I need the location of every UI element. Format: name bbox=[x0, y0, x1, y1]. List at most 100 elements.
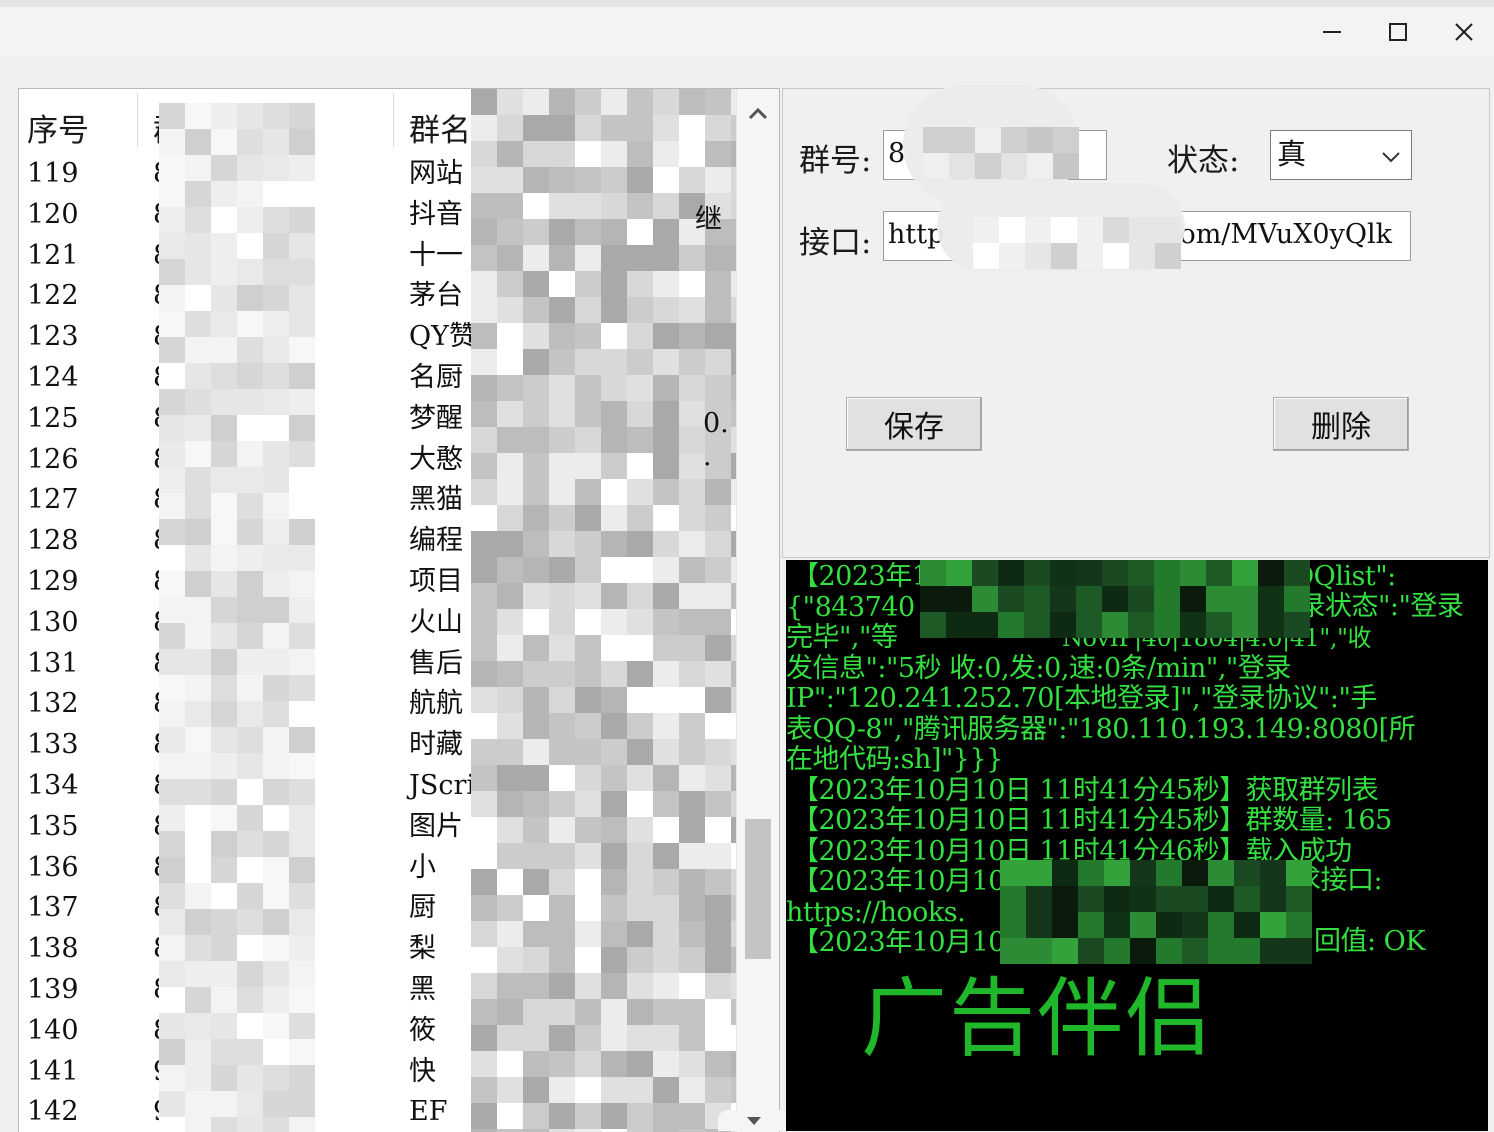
scrollbar-thumb[interactable] bbox=[745, 819, 771, 959]
cell-group-name: 编程 bbox=[409, 525, 463, 557]
cell-index: 139 bbox=[27, 974, 79, 1005]
cell-group-name: 茅台 bbox=[409, 280, 463, 312]
log-line: IP":"120.241.252.70[本地登录]","登录协议":"手 bbox=[786, 683, 1377, 714]
column-separator[interactable] bbox=[393, 93, 394, 147]
api-url-end: com/MVuX0yQlk bbox=[1164, 219, 1392, 250]
log-line: 发信息":"5秒 收:0,发:0,速:0条/min","登录 bbox=[786, 652, 1291, 684]
cell-group-name: 梦醒 bbox=[409, 402, 463, 434]
redacted-api-mosaic bbox=[973, 217, 1181, 269]
chevron-down-icon bbox=[1382, 152, 1400, 163]
minimize-button[interactable] bbox=[1299, 7, 1365, 57]
cell-group-name: 售后 bbox=[409, 647, 463, 679]
cell-index: 133 bbox=[27, 729, 79, 761]
status-label: 状态: bbox=[1167, 143, 1240, 179]
log-console[interactable]: 【2023年1 {"843740 完毕","等 发信息":"5秒 收:0,发:0,速:… bbox=[786, 560, 1488, 1131]
cell-group-name: 厨 bbox=[409, 892, 436, 924]
cell-index: 122 bbox=[27, 280, 79, 312]
cell-index: 126 bbox=[27, 443, 79, 475]
maximize-icon bbox=[1389, 23, 1407, 41]
log-line-tail: 回值: OK bbox=[1314, 926, 1426, 957]
cell-group-name: 图片 bbox=[409, 810, 463, 842]
cell-index: 135 bbox=[27, 810, 79, 842]
close-button[interactable] bbox=[1431, 7, 1494, 57]
cell-group-name: 黑 bbox=[409, 974, 436, 1005]
column-header-group-name[interactable]: 群名 bbox=[409, 105, 471, 150]
log-line: https://hooks. bbox=[786, 896, 966, 928]
column-header-index[interactable]: 序号 bbox=[27, 105, 89, 150]
settings-panel: 群号: 8 状态: 真 接口: http com/MVuX0yQlk 保存 删除 bbox=[782, 85, 1490, 558]
cell-index: 137 bbox=[27, 892, 79, 924]
api-url-start: http bbox=[888, 219, 945, 250]
cell-index: 134 bbox=[27, 770, 79, 801]
redacted-group-name-mosaic bbox=[471, 89, 757, 1132]
status-select[interactable]: 真 bbox=[1270, 130, 1412, 180]
name-fragment: 0. bbox=[703, 408, 729, 439]
cell-index: 127 bbox=[27, 484, 79, 516]
cell-group-name: 抖音 bbox=[409, 198, 463, 230]
log-line: 完毕","等 bbox=[786, 622, 898, 653]
cell-group-name: EF bbox=[409, 1096, 448, 1128]
cell-group-name: 小 bbox=[409, 851, 436, 883]
cell-group-name: 筱 bbox=[409, 1014, 436, 1046]
cell-index: 124 bbox=[27, 362, 79, 393]
cell-index: 119 bbox=[27, 158, 79, 189]
cell-group-name: 航航 bbox=[409, 688, 463, 720]
cell-group-name: 时藏 bbox=[409, 729, 463, 761]
group-id-label: 群号: bbox=[799, 143, 872, 179]
redacted-log-mosaic bbox=[1000, 860, 1312, 964]
chevron-up-icon bbox=[748, 107, 768, 120]
cell-index: 123 bbox=[27, 321, 79, 353]
cell-group-name: 名厨 bbox=[409, 362, 463, 393]
cell-index: 138 bbox=[27, 933, 79, 965]
cell-index: 121 bbox=[27, 239, 79, 271]
save-button[interactable]: 保存 bbox=[846, 397, 982, 451]
cell-index: 131 bbox=[27, 647, 79, 679]
cell-index: 141 bbox=[27, 1055, 79, 1087]
name-fragment: 继 bbox=[695, 204, 722, 235]
cell-index: 129 bbox=[27, 566, 79, 597]
log-line: 在地代码:sh]"}}} bbox=[786, 744, 1003, 775]
minimize-icon bbox=[1323, 31, 1341, 33]
cell-group-name: 大憨 bbox=[409, 443, 463, 475]
name-fragment: · bbox=[703, 449, 712, 480]
cell-group-name: JScri bbox=[409, 770, 475, 801]
cell-index: 140 bbox=[27, 1014, 79, 1046]
log-line: 【2023年10月10 bbox=[792, 866, 1005, 897]
cell-index: 125 bbox=[27, 402, 79, 434]
scroll-down-button[interactable] bbox=[718, 1110, 790, 1131]
maximize-button[interactable] bbox=[1365, 7, 1431, 57]
title-bar bbox=[0, 7, 1494, 57]
cell-index: 128 bbox=[27, 525, 79, 557]
group-list-view[interactable]: 序号 群号 群名 1198网站1208抖音1218:十一1228:茅台1238Q… bbox=[18, 88, 780, 1132]
cell-index: 136 bbox=[27, 851, 79, 883]
log-line: 【2023年10月10日 11时41分45秒】群数量: 165 bbox=[792, 805, 1392, 836]
list-vertical-scrollbar[interactable] bbox=[736, 89, 779, 1132]
status-selected-value: 真 bbox=[1277, 137, 1307, 171]
column-separator[interactable] bbox=[137, 93, 138, 147]
cell-group-name: 十一 bbox=[409, 239, 463, 271]
cell-group-name: 梨 bbox=[409, 933, 436, 965]
log-line: 【2023年1 bbox=[792, 561, 929, 592]
cell-group-name: 网站 bbox=[409, 158, 463, 189]
scroll-up-button[interactable] bbox=[737, 93, 779, 133]
cell-group-name: 火山 bbox=[409, 606, 463, 638]
watermark-text: 广告伴侣 bbox=[861, 969, 1213, 1069]
chevron-down-icon bbox=[747, 1116, 761, 1125]
redacted-group-id-mosaic bbox=[923, 127, 1079, 179]
redacted-group-id-mosaic bbox=[159, 103, 315, 1132]
cell-index: 130 bbox=[27, 606, 79, 638]
log-line: 表QQ-8","腾讯服务器":"180.110.193.149:8080[所 bbox=[786, 713, 1416, 745]
cell-group-name: 快 bbox=[409, 1055, 436, 1087]
api-label: 接口: bbox=[799, 225, 872, 261]
redacted-log-mosaic bbox=[920, 560, 1310, 638]
log-line: {"843740 bbox=[786, 591, 915, 623]
cell-group-name: QY赞 bbox=[409, 321, 476, 353]
cell-index: 120 bbox=[27, 198, 79, 230]
cell-group-name: 项目 bbox=[409, 566, 463, 597]
cell-index: 142 bbox=[27, 1096, 79, 1128]
close-icon bbox=[1455, 23, 1473, 41]
cell-group-name: 黑猫 bbox=[409, 484, 463, 516]
cell-index: 132 bbox=[27, 688, 79, 720]
log-line: 【2023年10月10日 11时41分45秒】获取群列表 bbox=[792, 774, 1379, 806]
delete-button[interactable]: 删除 bbox=[1273, 397, 1409, 451]
